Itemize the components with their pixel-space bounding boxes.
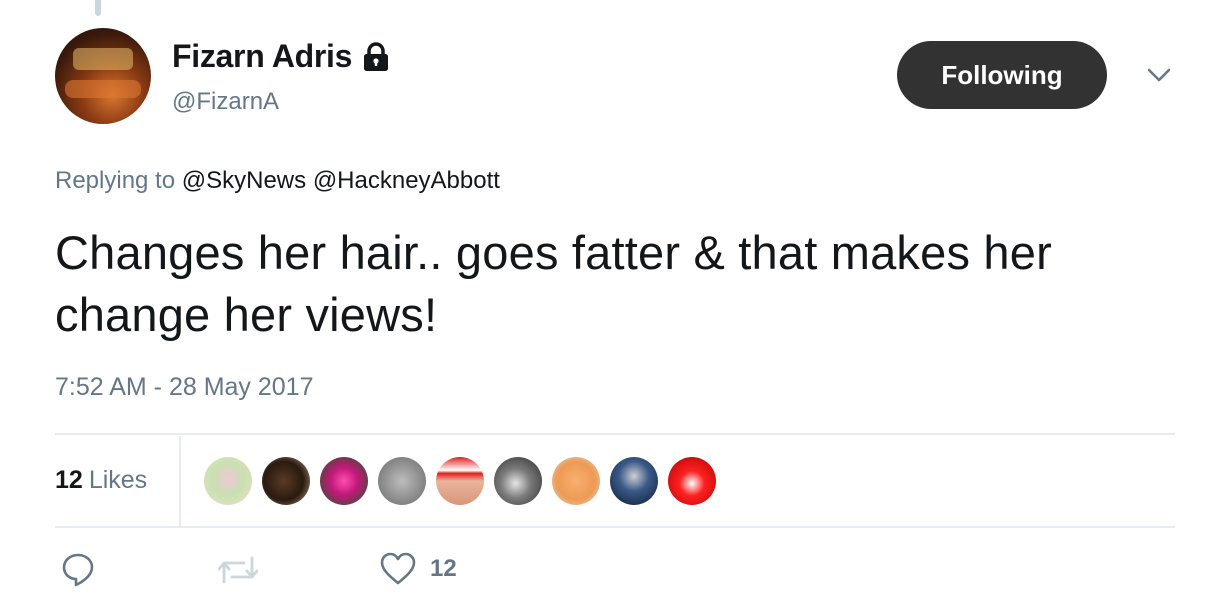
reply-context-prefix: Replying to	[55, 167, 176, 194]
likes-stat[interactable]: 12 Likes	[55, 466, 147, 495]
tweet-stats: 12 Likes	[55, 436, 1175, 526]
likes-count: 12	[55, 466, 83, 494]
like-count: 12	[430, 555, 457, 582]
divider	[55, 433, 1175, 435]
tweet-timestamp[interactable]: 7:52 AM - 28 May 2017	[55, 373, 313, 402]
divider	[55, 526, 1175, 528]
mention-link[interactable]: @HackneyAbbott	[313, 167, 500, 194]
reply-icon[interactable]	[61, 552, 95, 588]
reply-action[interactable]	[61, 552, 95, 588]
likes-label: Likes	[88, 466, 148, 494]
reply-context: Replying to @SkyNews @HackneyAbbott	[55, 167, 500, 195]
mention-link[interactable]: @SkyNews	[182, 167, 306, 194]
display-name[interactable]: Fizarn Adris	[172, 38, 352, 75]
retweet-icon[interactable]	[218, 552, 258, 588]
chevron-down-icon[interactable]	[1146, 62, 1172, 88]
liker-avatar[interactable]	[320, 457, 368, 505]
avatar-detail	[65, 80, 141, 98]
liker-avatar[interactable]	[204, 457, 252, 505]
lock-icon	[364, 41, 389, 71]
liker-avatar[interactable]	[552, 457, 600, 505]
heart-icon[interactable]	[380, 552, 416, 586]
avatar[interactable]	[55, 28, 151, 124]
liker-avatar[interactable]	[668, 457, 716, 505]
retweet-action[interactable]	[218, 552, 258, 588]
liker-avatars	[204, 457, 716, 505]
avatar-detail	[73, 48, 133, 70]
liker-avatar[interactable]	[494, 457, 542, 505]
liker-avatar[interactable]	[436, 457, 484, 505]
user-name-row: Fizarn Adris	[172, 38, 390, 75]
liker-avatar[interactable]	[262, 457, 310, 505]
like-action[interactable]: 12	[380, 552, 457, 586]
user-handle[interactable]: @FizarnA	[172, 88, 279, 116]
liker-avatar[interactable]	[610, 457, 658, 505]
thread-connector-line	[95, 0, 101, 16]
tweet-text: Changes her hair.. goes fatter & that ma…	[55, 226, 1052, 341]
following-button[interactable]: Following	[897, 41, 1107, 109]
liker-avatar[interactable]	[378, 457, 426, 505]
stats-separator	[179, 436, 181, 526]
